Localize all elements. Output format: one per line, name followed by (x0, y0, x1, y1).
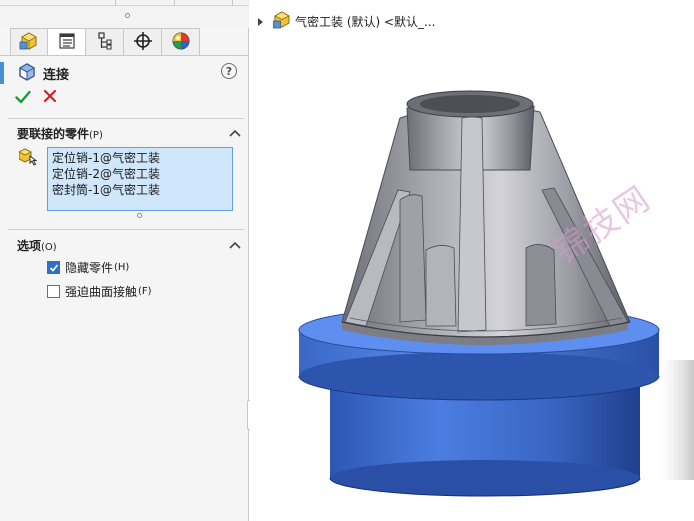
assembly-3d-model[interactable] (250, 0, 694, 521)
list-resize-grip[interactable] (137, 213, 142, 218)
ground-shadow (655, 360, 694, 480)
tab-bar-divider (0, 55, 249, 56)
property-list-icon (57, 31, 77, 54)
header-accent-bar (0, 62, 4, 84)
options-section-shortcut: (O) (41, 242, 57, 253)
feature-tree-icon (19, 31, 39, 54)
cancel-x-icon[interactable] (43, 89, 57, 106)
help-icon[interactable]: ? (221, 63, 237, 79)
ok-checkmark-icon[interactable] (15, 89, 31, 108)
collapse-chevron-icon[interactable] (229, 127, 241, 141)
join-feature-icon (18, 63, 36, 84)
force-surface-contact-shortcut: (F) (138, 286, 152, 297)
list-item[interactable]: 定位销-1@气密工装 (52, 150, 228, 166)
section-divider (8, 118, 244, 119)
manager-tab-bar (10, 28, 200, 56)
strip-divider (174, 0, 175, 6)
components-section-label: 要联接的零件 (17, 127, 90, 141)
force-surface-contact-label: 强迫曲面接触 (65, 285, 138, 299)
panel-splitter-grip[interactable] (125, 13, 130, 18)
hide-parts-shortcut: (H) (114, 262, 130, 273)
hide-parts-option[interactable]: 隐藏零件 (H) (47, 259, 129, 276)
feature-manager-tab[interactable] (10, 28, 48, 56)
options-section-label: 选项 (17, 239, 42, 253)
graphics-viewport[interactable]: 气密工装 (默认) <默认_... 锦技网 (250, 0, 694, 521)
dimxpert-tab[interactable] (124, 28, 162, 56)
strip-divider (115, 0, 116, 6)
list-item[interactable]: 定位销-2@气密工装 (52, 166, 228, 182)
list-item[interactable]: 密封筒-1@气密工装 (52, 182, 228, 198)
hide-parts-label: 隐藏零件 (65, 261, 114, 275)
configuration-icon (95, 31, 115, 54)
force-surface-contact-checkbox[interactable] (47, 285, 60, 298)
options-section-title[interactable]: 选项(O) (17, 237, 57, 254)
components-section-title[interactable]: 要联接的零件(P) (17, 125, 103, 142)
panel-top-strip (0, 0, 249, 28)
feature-title: 连接 (43, 68, 70, 83)
appearance-sphere-icon (171, 31, 191, 54)
components-to-join-list[interactable]: 定位销-1@气密工装 定位销-2@气密工装 密封筒-1@气密工装 (47, 147, 233, 211)
panel-top-rule (0, 0, 249, 6)
force-surface-contact-option[interactable]: 强迫曲面接触 (F) (47, 283, 152, 300)
component-selection-icon (18, 148, 39, 169)
property-manager-tab[interactable] (48, 28, 86, 56)
feature-header (0, 57, 249, 119)
display-manager-tab[interactable] (162, 28, 200, 56)
property-manager-panel: 连接 ? 要联接的零件(P) 定位销-1@气密工装 定位销-2@气密工装 密封筒… (0, 0, 255, 521)
crosshair-icon (133, 31, 153, 54)
components-section-shortcut: (P) (89, 130, 103, 141)
configuration-manager-tab[interactable] (86, 28, 124, 56)
section-divider (8, 229, 244, 230)
hide-parts-checkbox[interactable] (47, 261, 60, 274)
collapse-chevron-icon[interactable] (229, 239, 241, 253)
strip-divider (232, 0, 233, 6)
